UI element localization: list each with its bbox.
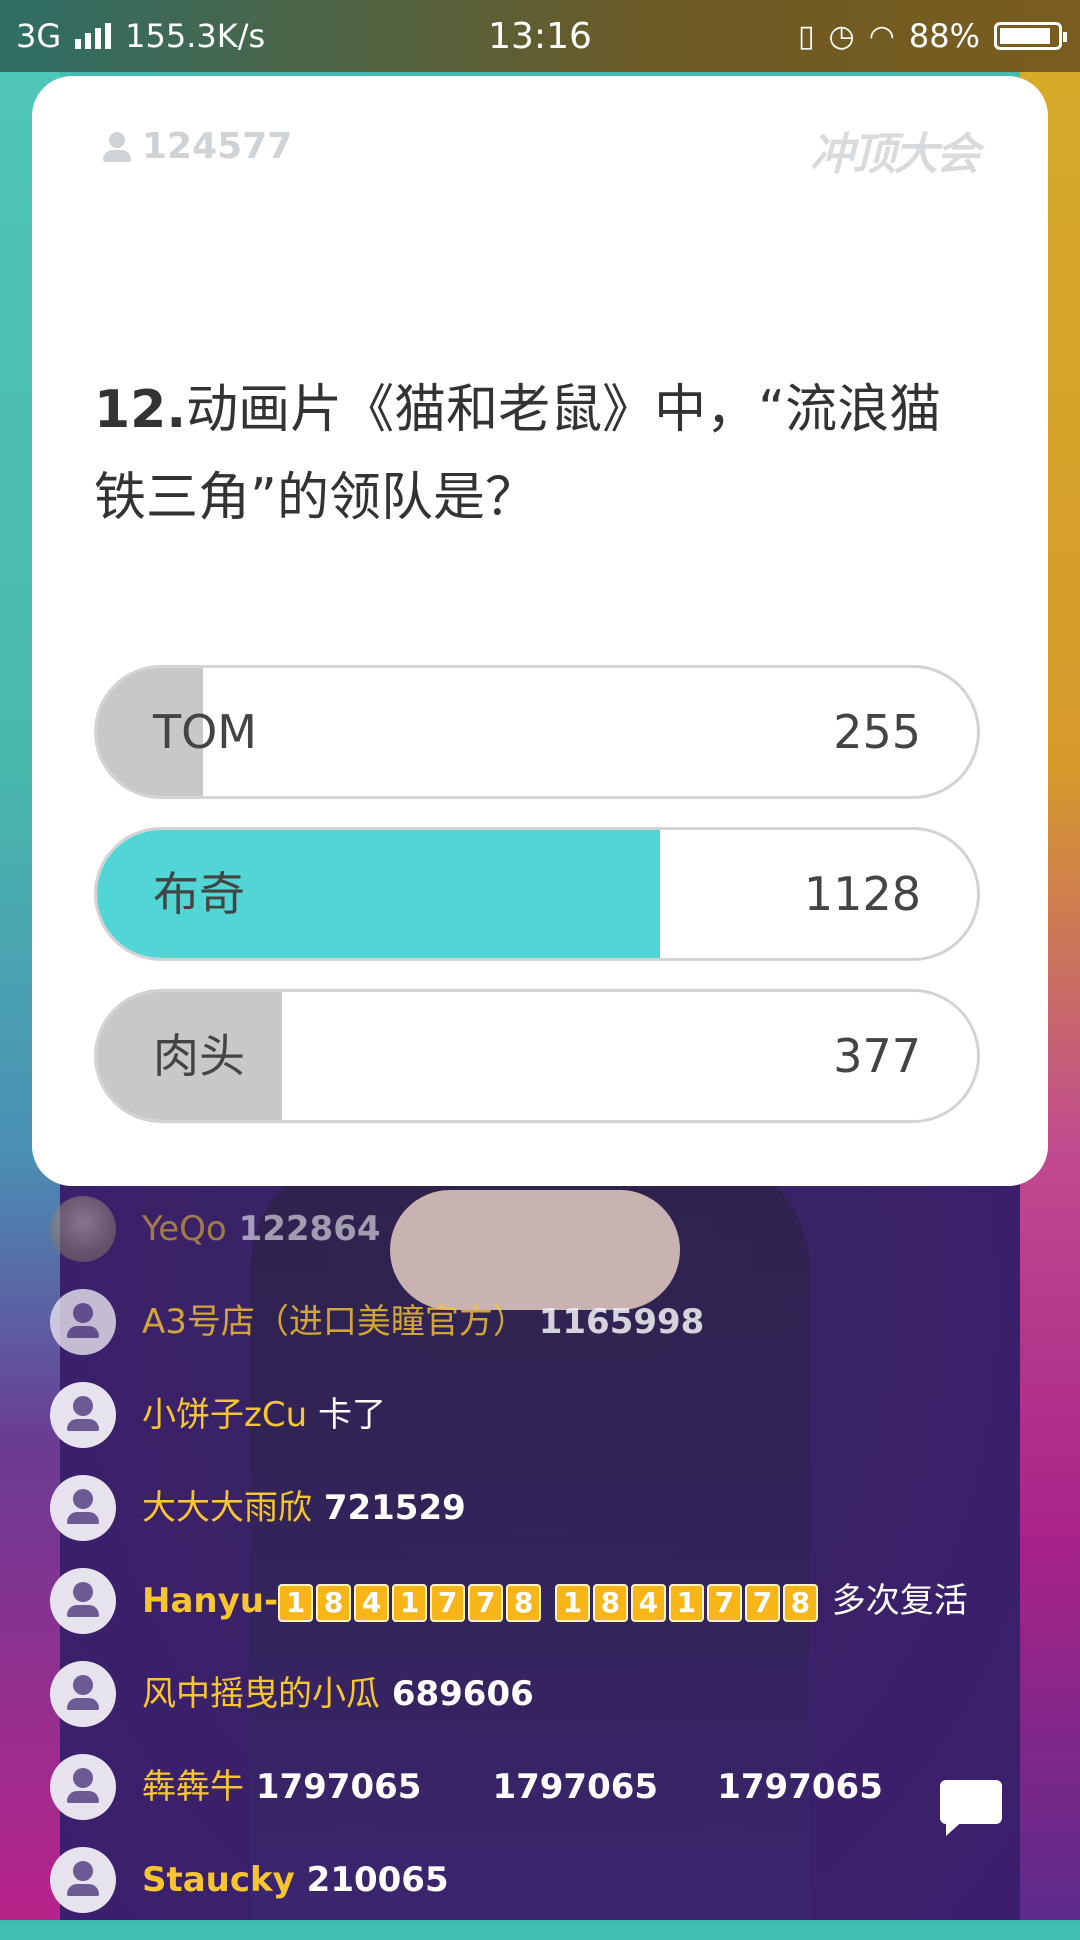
answer-option-2[interactable]: 布奇 1128	[94, 827, 980, 961]
chat-text: 210065	[294, 1860, 449, 1900]
digit-badge: 8	[506, 1583, 542, 1622]
battery-percent: 88%	[908, 17, 980, 55]
chat-username: 小饼子zCu	[142, 1395, 308, 1435]
question-text: 动画片《猫和老鼠》中，“流浪猫铁三角”的领队是？	[94, 380, 942, 528]
digit-badge: 7	[744, 1583, 780, 1622]
chat-username: A3号店（进口美瞳官方）	[142, 1302, 527, 1342]
answer-label: 肉头	[153, 1029, 245, 1083]
chat-message: 大大大雨欣 721529	[50, 1475, 1030, 1541]
chat-text: 689606	[380, 1674, 534, 1714]
chat-message: Staucky 210065	[50, 1847, 1030, 1913]
avatar[interactable]	[50, 1196, 116, 1262]
avatar[interactable]	[50, 1847, 116, 1913]
question-card: 124577 冲顶大会 12.动画片《猫和老鼠》中，“流浪猫铁三角”的领队是？ …	[32, 76, 1048, 1186]
chat-text: 122864	[226, 1209, 381, 1249]
chat-username: 大大大雨欣	[142, 1488, 312, 1528]
digit-badge: 8	[316, 1583, 352, 1622]
digit-badge: 1	[278, 1583, 314, 1622]
answer-count: 255	[833, 705, 921, 759]
battery-icon	[994, 22, 1067, 50]
avatar[interactable]	[50, 1568, 116, 1634]
answer-count: 1128	[803, 867, 921, 921]
digit-badges: 1841778	[554, 1581, 821, 1622]
question-number: 12.	[94, 380, 187, 440]
answer-option-1[interactable]: TOM 255	[94, 665, 980, 799]
chat-text: 1797065 1797065 1797065	[244, 1767, 883, 1807]
wifi-icon: ◠	[868, 18, 895, 54]
digit-badge: 1	[668, 1583, 704, 1622]
chat-username: 风中摇曳的小瓜	[142, 1674, 380, 1714]
viewer-count-value: 124577	[142, 126, 293, 167]
digit-badge: 7	[468, 1583, 504, 1622]
avatar[interactable]	[50, 1661, 116, 1727]
answer-label: TOM	[153, 705, 257, 759]
digit-badge: 7	[430, 1583, 466, 1622]
digit-badge: 4	[630, 1583, 666, 1622]
user-icon	[102, 131, 132, 162]
alarm-icon: ◷	[828, 18, 855, 54]
chat-username: YeQo	[142, 1209, 227, 1249]
chat-username: 犇犇牛	[142, 1767, 244, 1807]
chat-message: 风中摇曳的小瓜 689606	[50, 1661, 1030, 1727]
digit-badge: 4	[354, 1583, 390, 1622]
status-bar: 3G 155.3K/s 13:16 ▯ ◷ ◠ 88%	[0, 0, 1080, 72]
chat-message: 小饼子zCu 卡了	[50, 1382, 1030, 1448]
chat-username: Staucky	[142, 1860, 295, 1900]
digit-badge: 1	[392, 1583, 428, 1622]
chat-list: YeQo 122864 A3号店（进口美瞳官方） 1165998 小饼子zCu …	[50, 1196, 1030, 1940]
chat-message: A3号店（进口美瞳官方） 1165998	[50, 1289, 1030, 1355]
chat-text: 1165998	[526, 1302, 705, 1342]
chat-message: 犇犇牛 1797065 1797065 1797065	[50, 1754, 1030, 1820]
app-logo: 冲顶大会	[810, 129, 980, 180]
answer-count: 377	[833, 1029, 921, 1083]
vibrate-icon: ▯	[797, 18, 815, 54]
viewer-count: 124577	[102, 126, 292, 167]
digit-badges: 1841778	[278, 1581, 544, 1622]
chat-text: 721529	[312, 1488, 466, 1528]
avatar[interactable]	[50, 1475, 116, 1541]
chat-message: YeQo 122864	[50, 1196, 1030, 1262]
avatar[interactable]	[50, 1754, 116, 1820]
chat-message: Hanyu- 1 8 4 1 7 7 8 1841778 多次复活	[50, 1568, 1030, 1634]
digit-badge: 7	[706, 1583, 742, 1622]
question: 12.动画片《猫和老鼠》中，“流浪猫铁三角”的领队是？	[94, 366, 984, 542]
avatar[interactable]	[50, 1382, 116, 1448]
digit-badge: 8	[782, 1583, 818, 1622]
avatar[interactable]	[50, 1289, 116, 1355]
digit-badge: 1	[554, 1583, 590, 1622]
chat-text: 多次复活	[820, 1581, 968, 1621]
answer-option-3[interactable]: 肉头 377	[94, 989, 980, 1123]
chat-bubble-button[interactable]	[940, 1780, 1002, 1836]
chat-text: 卡了	[307, 1395, 386, 1435]
digit-badge: 8	[592, 1583, 628, 1622]
chat-username: Hanyu-	[142, 1581, 279, 1621]
answer-label: 布奇	[153, 867, 245, 921]
